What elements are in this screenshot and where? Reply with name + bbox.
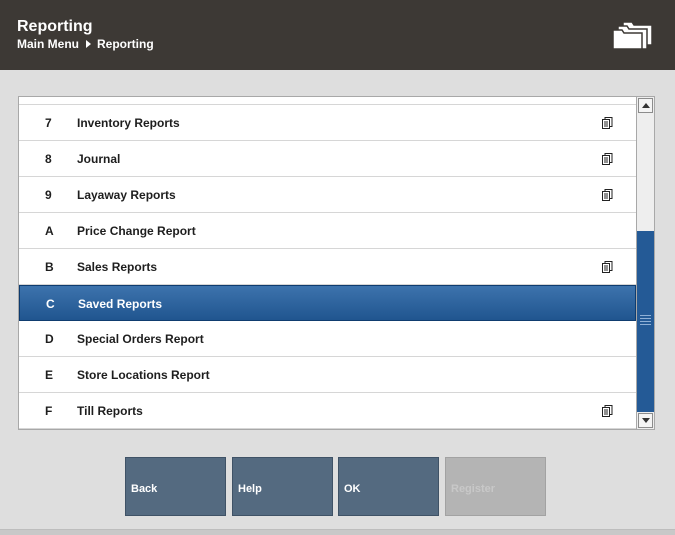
report-list: 7 Inventory Reports 8 Journal 9 Layaway Repor… (19, 97, 636, 429)
document-icon (602, 405, 613, 417)
list-item-label: Price Change Report (77, 224, 196, 238)
list-item-till-reports[interactable]: F Till Reports (19, 393, 636, 429)
list-item-key: E (45, 368, 54, 382)
arrow-down-icon (642, 418, 650, 423)
list-item-price-change-report[interactable]: A Price Change Report (19, 213, 636, 249)
scroll-up-button[interactable] (638, 98, 653, 113)
list-item-sales-reports[interactable]: B Sales Reports (19, 249, 636, 285)
list-item-label: Inventory Reports (77, 116, 180, 130)
list-item-label: Special Orders Report (77, 332, 204, 346)
list-item-key: 7 (45, 116, 52, 130)
list-item-label: Sales Reports (77, 260, 158, 274)
back-button[interactable]: Back (125, 457, 226, 516)
arrow-up-icon (642, 103, 650, 108)
list-item-label: Journal (77, 152, 121, 166)
list-item-key: C (46, 297, 55, 311)
list-item-key: B (45, 260, 54, 274)
list-item-key: D (45, 332, 54, 346)
document-icon (602, 153, 613, 165)
header-bar: Reporting Main Menu Reporting (0, 0, 675, 70)
list-item-special-orders-report[interactable]: D Special Orders Report (19, 321, 636, 357)
grip-line (640, 324, 651, 325)
breadcrumb-reporting: Reporting (97, 37, 154, 51)
list-item-journal[interactable]: 8 Journal (19, 141, 636, 177)
list-item-label: Till Reports (77, 404, 143, 418)
grip-line (640, 318, 651, 319)
list-item-inventory-reports[interactable]: 7 Inventory Reports (19, 105, 636, 141)
list-item-key: 9 (45, 188, 52, 202)
report-list-panel: 7 Inventory Reports 8 Journal 9 Layaway Repor… (18, 96, 655, 430)
list-item-label: Store Locations Report (77, 368, 210, 382)
help-button[interactable]: Help (232, 457, 333, 516)
document-icon (602, 117, 613, 129)
list-item-label: Layaway Reports (77, 188, 176, 202)
bottom-edge (0, 529, 675, 535)
grip-line (640, 315, 651, 316)
page-title: Reporting (17, 18, 93, 35)
register-button: Register (445, 457, 546, 516)
list-item-partial[interactable] (19, 97, 636, 105)
list-item-label: Saved Reports (78, 297, 163, 311)
document-icon (602, 261, 613, 273)
chevron-right-icon (86, 40, 91, 48)
folders-icon (612, 21, 653, 50)
scroll-down-button[interactable] (638, 413, 653, 428)
grip-line (640, 321, 651, 322)
ok-button[interactable]: OK (338, 457, 439, 516)
list-item-key: A (45, 224, 54, 238)
breadcrumb-main-menu[interactable]: Main Menu (17, 37, 79, 51)
list-item-key: F (45, 404, 53, 418)
scrollbar[interactable] (636, 97, 654, 429)
breadcrumb: Main Menu Reporting (17, 37, 154, 51)
list-item-key: 8 (45, 152, 52, 166)
list-item-store-locations-report[interactable]: E Store Locations Report (19, 357, 636, 393)
document-icon (602, 189, 613, 201)
scroll-thumb[interactable] (637, 231, 654, 412)
list-item-layaway-reports[interactable]: 9 Layaway Reports (19, 177, 636, 213)
list-item-saved-reports[interactable]: C Saved Reports (19, 285, 636, 321)
